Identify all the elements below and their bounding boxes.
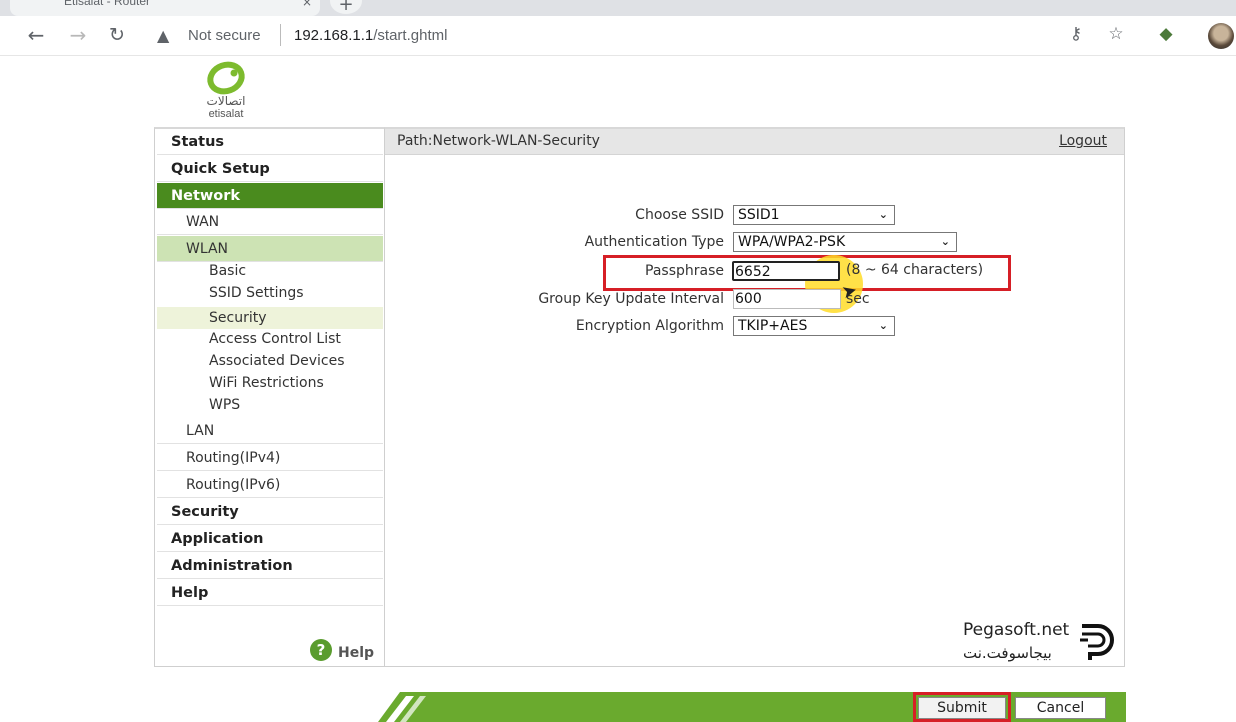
back-arrow-icon[interactable]: ← xyxy=(24,23,48,47)
watermark-arabic-text: بيجاسوفت.نت xyxy=(963,644,1052,662)
logout-link[interactable]: Logout xyxy=(1059,133,1107,149)
warning-icon[interactable]: ▲ xyxy=(157,26,169,45)
etisalat-logo: اتصالات etisalat xyxy=(196,60,256,122)
browser-tab[interactable]: Etisalat - Router × xyxy=(10,0,320,16)
chevron-down-icon: ⌄ xyxy=(878,319,888,332)
watermark-logo-icon xyxy=(1080,624,1114,660)
encryption-label: Encryption Algorithm xyxy=(575,318,724,334)
browser-tab-strip: Etisalat - Router × + xyxy=(0,0,1236,16)
url-separator xyxy=(280,24,281,46)
chevron-down-icon: ⌄ xyxy=(940,235,950,248)
sidebar-item-security[interactable]: Security xyxy=(157,499,383,525)
group-key-interval-label: Group Key Update Interval xyxy=(538,291,724,307)
path-bar: Path:Network-WLAN-Security Logout xyxy=(385,129,1124,155)
sidebar-item-status[interactable]: Status xyxy=(157,129,383,155)
new-tab-button[interactable]: + xyxy=(330,0,362,15)
browser-toolbar: ← → ↻ ▲ Not secure 192.168.1.1/start.ght… xyxy=(0,16,1236,56)
watermark-text: Pegasoft.net xyxy=(963,620,1070,640)
sidebar-item-wan[interactable]: WAN xyxy=(157,209,383,235)
choose-ssid-select[interactable]: SSID1 ⌄ xyxy=(733,205,895,225)
address-bar[interactable]: 192.168.1.1/start.ghtml xyxy=(294,27,447,44)
sidebar-menu: Status Quick Setup Network WAN WLAN Basi… xyxy=(154,127,385,667)
sidebar-item-routing-ipv4[interactable]: Routing(IPv4) xyxy=(157,445,383,471)
passphrase-hint: (8 ~ 64 characters) xyxy=(846,262,984,278)
passphrase-label: Passphrase xyxy=(645,263,724,279)
url-host: 192.168.1.1 xyxy=(294,27,374,44)
etisalat-logo-mark-icon xyxy=(207,61,245,95)
encryption-select[interactable]: TKIP+AES ⌄ xyxy=(733,316,895,336)
logo-arabic-text: اتصالات xyxy=(206,94,246,108)
url-path: /start.ghtml xyxy=(373,27,448,44)
help-icon[interactable]: ? xyxy=(310,639,332,661)
choose-ssid-label: Choose SSID xyxy=(635,207,724,223)
browser-tab-title: Etisalat - Router xyxy=(64,0,151,8)
sidebar-item-quick-setup[interactable]: Quick Setup xyxy=(157,156,383,182)
forward-arrow-icon[interactable]: → xyxy=(66,23,90,47)
profile-avatar[interactable] xyxy=(1208,23,1234,49)
star-icon[interactable]: ☆ xyxy=(1104,24,1128,44)
extension-icon[interactable]: ◆ xyxy=(1154,24,1178,44)
encryption-value: TKIP+AES xyxy=(738,318,808,334)
sidebar-item-wps[interactable]: WPS xyxy=(157,394,383,416)
reload-icon[interactable]: ↻ xyxy=(105,23,129,47)
sidebar-item-wlan[interactable]: WLAN xyxy=(157,236,383,262)
sidebar-item-associated-devices[interactable]: Associated Devices xyxy=(157,350,383,372)
sidebar-item-routing-ipv6[interactable]: Routing(IPv6) xyxy=(157,472,383,498)
cancel-button[interactable]: Cancel xyxy=(1015,697,1106,719)
choose-ssid-value: SSID1 xyxy=(738,207,780,223)
key-icon[interactable]: ⚷ xyxy=(1064,24,1088,44)
sidebar-item-help[interactable]: Help xyxy=(157,580,383,606)
logo-english-text: etisalat xyxy=(208,108,244,120)
auth-type-select[interactable]: WPA/WPA2-PSK ⌄ xyxy=(733,232,957,252)
sidebar-item-network[interactable]: Network xyxy=(157,183,383,209)
sidebar-item-application[interactable]: Application xyxy=(157,526,383,552)
sidebar-item-security-wlan[interactable]: Security xyxy=(157,307,383,329)
sidebar-item-ssid-settings[interactable]: SSID Settings xyxy=(157,282,383,304)
submit-button[interactable]: Submit xyxy=(918,697,1006,719)
sidebar-item-basic[interactable]: Basic xyxy=(157,260,383,282)
close-tab-icon[interactable]: × xyxy=(302,0,312,9)
not-secure-label[interactable]: Not secure xyxy=(188,27,261,44)
passphrase-input[interactable]: 6652 xyxy=(732,261,840,281)
sidebar-item-wifi-restrictions[interactable]: WiFi Restrictions xyxy=(157,372,383,394)
help-link[interactable]: Help xyxy=(338,645,374,661)
auth-type-value: WPA/WPA2-PSK xyxy=(738,234,846,250)
breadcrumb: Path:Network-WLAN-Security xyxy=(397,133,600,149)
sidebar-item-access-control-list[interactable]: Access Control List xyxy=(157,328,383,350)
sidebar-item-lan[interactable]: LAN xyxy=(157,418,383,444)
chevron-down-icon: ⌄ xyxy=(878,208,888,221)
sidebar-item-administration[interactable]: Administration xyxy=(157,553,383,579)
group-key-interval-input[interactable]: 600 xyxy=(733,289,841,309)
auth-type-label: Authentication Type xyxy=(584,234,724,250)
